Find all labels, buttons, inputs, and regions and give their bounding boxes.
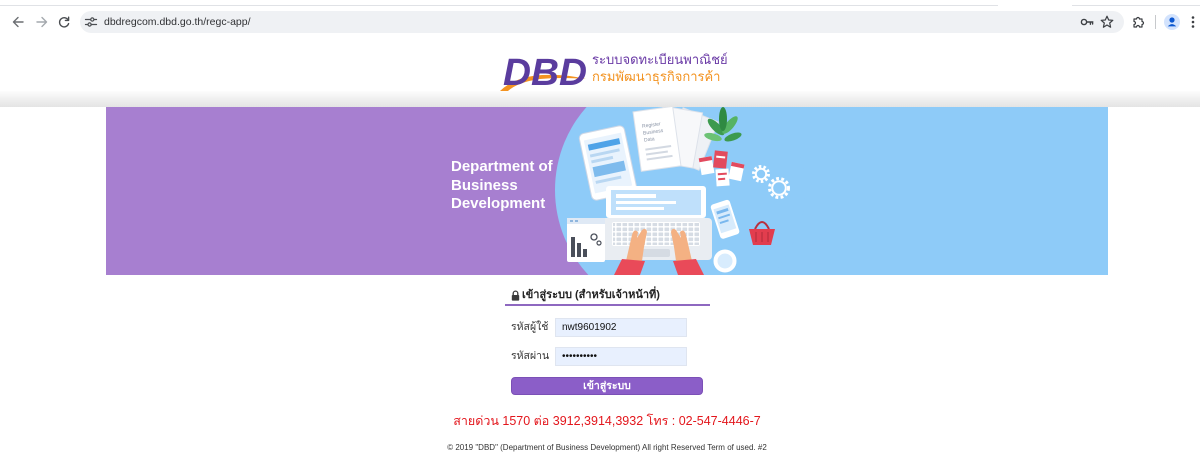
header-shadow-band: [0, 91, 1200, 107]
laptop-illustration: [600, 186, 712, 260]
department-name: กรมพัฒนาธุรกิจการค้า: [592, 69, 721, 84]
banner-title-line: Business: [451, 176, 518, 194]
dbd-logo-text: DBD: [503, 52, 587, 92]
tab-strip-edge: [0, 5, 998, 6]
banner-title-line: Development: [451, 195, 546, 212]
back-arrow-icon[interactable]: [11, 15, 25, 29]
tune-icon[interactable]: [84, 15, 98, 29]
login-title: เข้าสู่ระบบ (สำหรับเจ้าหน้าที่): [522, 289, 660, 301]
banner-title-line: Department of: [451, 158, 553, 175]
username-field[interactable]: [555, 318, 687, 337]
star-icon[interactable]: [1100, 15, 1114, 29]
login-title-underline: [505, 304, 710, 306]
password-label: รหัสผ่าน: [511, 350, 550, 362]
chart-card-illustration: [567, 218, 605, 262]
address-bar[interactable]: dbdregcom.dbd.go.th/regc-app/: [80, 11, 1124, 33]
reload-icon[interactable]: [57, 15, 71, 29]
dbd-logo: DBD: [500, 52, 587, 92]
forward-arrow-icon[interactable]: [35, 15, 49, 29]
password-field[interactable]: [555, 347, 687, 366]
tab-strip-edge: [1072, 5, 1200, 6]
key-icon[interactable]: [1080, 15, 1094, 29]
hotline-text: สายด่วน 1570 ต่อ 3912,3914,3932 โทร : 02…: [453, 414, 761, 428]
footer-copyright: © 2019 "DBD" (Department of Business Dev…: [447, 443, 767, 452]
profile-avatar-icon[interactable]: [1163, 13, 1181, 31]
url-text: dbdregcom.dbd.go.th/regc-app/: [104, 16, 251, 28]
hero-banner: Register Business Data Department of Bus…: [106, 107, 1108, 275]
banner-illustration: Register Business Data: [106, 107, 1108, 275]
kebab-menu-icon[interactable]: [1189, 15, 1197, 29]
system-name: ระบบจดทะเบียนพาณิชย์: [592, 52, 728, 67]
banner-title: Department of Business Development: [451, 158, 553, 214]
toolbar-separator: [1155, 15, 1156, 29]
lock-icon: [511, 290, 520, 301]
login-button[interactable]: เข้าสู่ระบบ: [511, 377, 703, 395]
username-label: รหัสผู้ใช้: [511, 321, 549, 333]
ring-illustration: [713, 249, 737, 273]
puzzle-icon[interactable]: [1131, 15, 1145, 29]
